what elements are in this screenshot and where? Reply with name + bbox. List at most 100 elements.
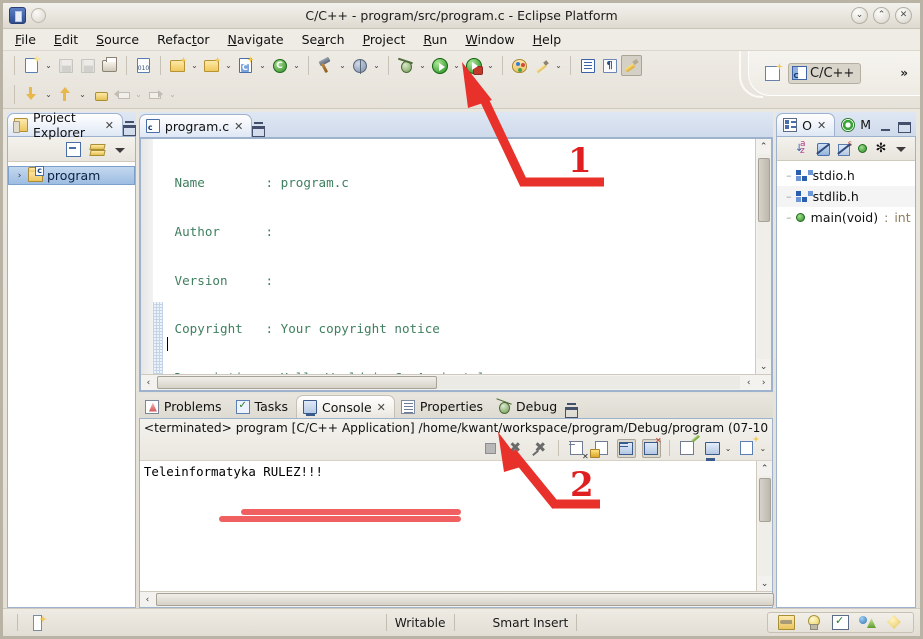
scroll-up-icon[interactable]: ⌃ bbox=[756, 139, 772, 154]
search-dropdown[interactable]: ⌄ bbox=[553, 55, 564, 76]
new-c-class-dropdown[interactable]: ⌄ bbox=[223, 55, 234, 76]
scroll-left-icon[interactable]: ‹ bbox=[141, 378, 156, 388]
external-tools-dropdown[interactable]: ⌄ bbox=[485, 55, 496, 76]
editor-gutter[interactable] bbox=[140, 139, 163, 374]
view-menu-icon[interactable] bbox=[114, 143, 127, 156]
scroll-thumb[interactable] bbox=[757, 158, 770, 222]
scroll-track[interactable] bbox=[756, 154, 771, 359]
open-perspective-icon[interactable] bbox=[765, 65, 782, 81]
menu-navigate[interactable]: Navigate bbox=[226, 31, 286, 48]
forward-dropdown[interactable]: ⌄ bbox=[167, 84, 178, 105]
external-tools-button[interactable] bbox=[463, 55, 484, 76]
pin-console-button[interactable] bbox=[678, 439, 697, 458]
menu-help[interactable]: Help bbox=[531, 31, 564, 48]
console-vertical-scrollbar[interactable]: ⌃ ⌄ bbox=[756, 461, 773, 591]
back-button[interactable] bbox=[111, 84, 132, 105]
show-console-on-error-button[interactable] bbox=[641, 438, 661, 458]
close-button[interactable]: ✕ bbox=[895, 7, 912, 24]
maximize-icon[interactable] bbox=[252, 126, 266, 137]
step-return-dropdown[interactable]: ⌄ bbox=[77, 84, 88, 105]
perspective-cpp-button[interactable]: C/C++ bbox=[788, 62, 862, 84]
open-type-button[interactable] bbox=[509, 55, 530, 76]
print-button[interactable] bbox=[99, 55, 120, 76]
build-dropdown[interactable]: ⌄ bbox=[337, 55, 348, 76]
run-button[interactable] bbox=[429, 55, 450, 76]
save-all-button[interactable] bbox=[77, 55, 98, 76]
maximize-icon[interactable] bbox=[898, 122, 911, 133]
open-browser-button[interactable] bbox=[349, 55, 370, 76]
new-c-project-button[interactable] bbox=[167, 55, 188, 76]
tab-make-target[interactable]: M bbox=[835, 113, 879, 136]
step-into-button[interactable] bbox=[21, 84, 42, 105]
hide-fields-icon[interactable] bbox=[816, 142, 830, 156]
chevron-down-icon[interactable]: ⌄ bbox=[725, 444, 732, 453]
close-icon[interactable]: ✕ bbox=[105, 119, 114, 132]
editor-horizontal-scrollbar[interactable]: ‹ ‹ › bbox=[140, 374, 772, 390]
new-source-folder-button[interactable]: C bbox=[269, 55, 290, 76]
console-output-area[interactable]: Teleinformatyka RULEZ!!! ⌃ ⌄ bbox=[139, 461, 773, 591]
hide-nonpublic-icon[interactable] bbox=[858, 144, 867, 153]
scroll-left-icon[interactable]: ‹ bbox=[140, 595, 155, 605]
menu-edit[interactable]: Edit bbox=[52, 31, 80, 48]
menu-source[interactable]: Source bbox=[94, 31, 141, 48]
remove-launch-button[interactable]: ✖ bbox=[506, 439, 525, 458]
new-c-class-button[interactable] bbox=[201, 55, 222, 76]
new-c-source-file-dropdown[interactable]: ⌄ bbox=[257, 55, 268, 76]
mark-occurrences-button[interactable]: ¶ bbox=[599, 55, 620, 76]
outline-item-stdio[interactable]: – stdio.h bbox=[777, 165, 915, 186]
close-icon[interactable]: ✕ bbox=[817, 119, 826, 132]
annotation-ruler[interactable] bbox=[140, 139, 153, 374]
new-source-folder-dropdown[interactable]: ⌄ bbox=[291, 55, 302, 76]
collapse-all-icon[interactable] bbox=[65, 141, 81, 157]
tab-debug[interactable]: Debug bbox=[491, 395, 565, 418]
chevron-right-icon[interactable]: › bbox=[15, 171, 24, 181]
new-wizard-button[interactable] bbox=[21, 55, 42, 76]
focus-icon[interactable] bbox=[886, 615, 903, 630]
tab-console[interactable]: Console ✕ bbox=[296, 395, 395, 418]
maximize-icon[interactable] bbox=[565, 407, 579, 418]
link-with-editor-icon[interactable] bbox=[90, 142, 105, 157]
step-return-button[interactable] bbox=[55, 84, 76, 105]
chevron-down-icon[interactable]: ⌄ bbox=[759, 444, 766, 453]
format-button[interactable] bbox=[621, 55, 642, 76]
build-all-button[interactable]: 010 bbox=[133, 55, 154, 76]
tab-project-explorer[interactable]: Project Explorer ✕ bbox=[7, 110, 123, 140]
close-icon[interactable]: ✕ bbox=[234, 120, 243, 133]
hide-static-icon[interactable]: s bbox=[837, 139, 852, 156]
hide-all-icon[interactable]: ✻ bbox=[874, 142, 888, 156]
progress-icon[interactable] bbox=[858, 615, 876, 630]
scroll-thumb[interactable] bbox=[155, 593, 774, 606]
show-whitespace-button[interactable] bbox=[577, 55, 598, 76]
menu-search[interactable]: Search bbox=[300, 31, 347, 48]
clear-console-button[interactable] bbox=[567, 439, 586, 458]
scroll-thumb[interactable] bbox=[758, 478, 771, 522]
open-browser-dropdown[interactable]: ⌄ bbox=[371, 55, 382, 76]
tab-program-c[interactable]: program.c ✕ bbox=[138, 114, 253, 137]
scroll-thumb[interactable] bbox=[156, 376, 437, 389]
run-dropdown[interactable]: ⌄ bbox=[451, 55, 462, 76]
menu-project[interactable]: Project bbox=[361, 31, 408, 48]
scroll-lock-button[interactable] bbox=[592, 439, 611, 458]
new-c-source-file-button[interactable] bbox=[235, 55, 256, 76]
scroll-track[interactable] bbox=[155, 593, 774, 606]
search-button[interactable] bbox=[531, 55, 552, 76]
close-icon[interactable]: ✕ bbox=[377, 401, 386, 414]
terminate-button[interactable] bbox=[481, 439, 500, 458]
tab-outline[interactable]: O ✕ bbox=[776, 113, 836, 136]
new-c-project-dropdown[interactable]: ⌄ bbox=[189, 55, 200, 76]
save-button[interactable] bbox=[55, 55, 76, 76]
scroll-down-icon[interactable]: ⌄ bbox=[756, 359, 772, 374]
build-status-icon[interactable] bbox=[831, 614, 849, 630]
maximize-button[interactable]: ⌃ bbox=[873, 7, 890, 24]
scroll-up-icon[interactable]: ⌃ bbox=[757, 461, 773, 476]
new-wizard-dropdown[interactable]: ⌄ bbox=[43, 55, 54, 76]
tip-of-the-day-icon[interactable] bbox=[805, 615, 822, 630]
minimize-button[interactable]: ⌄ bbox=[851, 7, 868, 24]
code-area[interactable]: Name : program.c Author : Version : Copy… bbox=[163, 139, 755, 374]
menu-file[interactable]: File bbox=[13, 31, 38, 48]
debug-dropdown[interactable]: ⌄ bbox=[417, 55, 428, 76]
minimize-icon[interactable] bbox=[252, 115, 265, 126]
open-console-button[interactable] bbox=[737, 439, 756, 458]
minimize-icon[interactable] bbox=[879, 122, 892, 133]
menu-window[interactable]: Window bbox=[463, 31, 516, 48]
